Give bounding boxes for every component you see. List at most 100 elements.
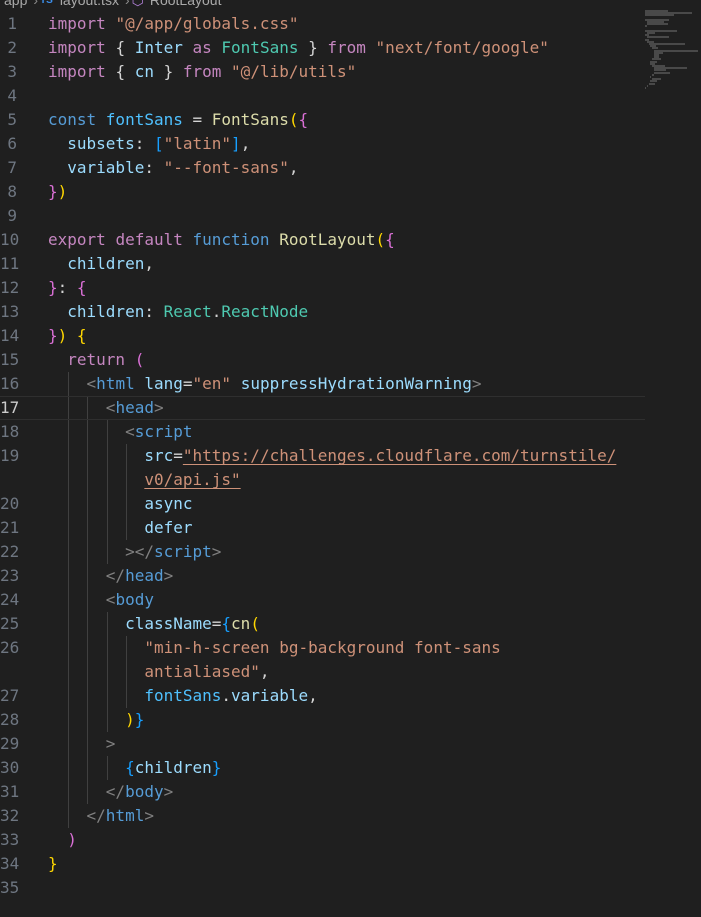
- code-line[interactable]: 22 ></script>: [0, 540, 645, 564]
- code-line[interactable]: 9: [0, 204, 645, 228]
- code-token: fontSans: [105, 110, 183, 129]
- code-line[interactable]: 26 "min-h-screen bg-background font-sans: [0, 636, 645, 660]
- code-line[interactable]: 17 <head>: [0, 396, 645, 420]
- code-line[interactable]: 4: [0, 84, 645, 108]
- code-line[interactable]: 20 async: [0, 492, 645, 516]
- code-text: }): [48, 180, 67, 204]
- line-number: 33: [0, 830, 20, 849]
- line-number: 18: [0, 422, 20, 441]
- code-token: >: [211, 542, 222, 561]
- code-text: import { cn } from "@/lib/utils": [48, 60, 356, 84]
- code-token: <: [86, 374, 97, 393]
- line-number: 1: [7, 14, 17, 33]
- code-line[interactable]: antialiased",: [0, 660, 645, 684]
- code-line[interactable]: 34}: [0, 852, 645, 876]
- line-number: 32: [0, 806, 20, 825]
- minimap[interactable]: [645, 10, 701, 90]
- breadcrumb-symbol[interactable]: RootLayout: [150, 0, 222, 8]
- code-line[interactable]: 16 <html lang="en" suppressHydrationWarn…: [0, 372, 645, 396]
- code-line[interactable]: 10 export default function RootLayout({: [0, 228, 645, 252]
- line-number: 5: [7, 110, 17, 129]
- code-line[interactable]: 32 </html>: [0, 804, 645, 828]
- code-line[interactable]: 12}: {: [0, 276, 645, 300]
- code-token: "https://challenges.cloudflare.com/turns…: [182, 446, 617, 465]
- line-number: 30: [0, 758, 20, 777]
- code-line[interactable]: 13 children: React.ReactNode: [0, 300, 645, 324]
- line-number: 14: [0, 326, 20, 345]
- code-text: defer: [48, 516, 192, 540]
- code-line[interactable]: 3 import { cn } from "@/lib/utils": [0, 60, 645, 84]
- code-token: {: [385, 230, 395, 249]
- code-token: .: [221, 686, 232, 705]
- code-token: <: [105, 590, 116, 609]
- code-line[interactable]: 30 {children}: [0, 756, 645, 780]
- code-line[interactable]: v0/api.js": [0, 468, 645, 492]
- code-line[interactable]: 6 subsets: ["latin"],: [0, 132, 645, 156]
- code-text: >: [48, 732, 116, 756]
- code-line[interactable]: 7 variable: "--font-sans",: [0, 156, 645, 180]
- breadcrumb-folder[interactable]: app: [4, 0, 27, 8]
- code-text: children: React.ReactNode: [48, 300, 308, 324]
- line-number: 24: [0, 590, 20, 609]
- code-token: }: [48, 854, 58, 873]
- code-line[interactable]: 18 <script: [0, 420, 645, 444]
- code-token: ,: [144, 254, 154, 273]
- line-number: 21: [0, 518, 20, 537]
- code-token: async: [144, 494, 193, 513]
- code-line[interactable]: 21 defer: [0, 516, 645, 540]
- code-line[interactable]: 35: [0, 876, 645, 900]
- code-line[interactable]: 29 >: [0, 732, 645, 756]
- code-line[interactable]: 23 </head>: [0, 564, 645, 588]
- code-token: FontSans: [211, 110, 289, 129]
- code-token: {: [221, 614, 232, 633]
- code-text: <head>: [48, 397, 164, 419]
- code-line[interactable]: 31 </body>: [0, 780, 645, 804]
- code-line[interactable]: 25 className={cn(: [0, 612, 645, 636]
- code-token: .: [211, 302, 222, 321]
- code-token: }: [48, 326, 58, 345]
- code-editor[interactable]: 1 import "@/app/globals.css" 2 import { Int…: [0, 12, 645, 900]
- code-token: >: [144, 806, 154, 825]
- code-text: variable: "--font-sans",: [48, 156, 298, 180]
- code-line[interactable]: 2 import { Inter as FontSans } from "next…: [0, 36, 645, 60]
- line-number: 25: [0, 614, 20, 633]
- code-line[interactable]: 1 import "@/app/globals.css": [0, 12, 645, 36]
- code-token: "--font-sans": [163, 158, 289, 177]
- code-token: :: [134, 134, 154, 153]
- minimap-line: [645, 87, 646, 89]
- code-token: }: [298, 38, 328, 57]
- code-token: children: [67, 254, 145, 273]
- code-line[interactable]: 33 ): [0, 828, 645, 852]
- code-token: RootLayout: [279, 230, 376, 249]
- breadcrumb-file[interactable]: layout.tsx: [60, 0, 119, 8]
- line-number: 28: [0, 710, 20, 729]
- code-line[interactable]: 28 )}: [0, 708, 645, 732]
- code-line[interactable]: 27 fontSans.variable,: [0, 684, 645, 708]
- code-token: <: [125, 422, 135, 441]
- code-token: "en": [192, 374, 232, 393]
- code-text: const fontSans = FontSans({: [48, 108, 308, 132]
- line-number: 16: [0, 374, 20, 393]
- code-line[interactable]: 19 src="https://challenges.cloudflare.co…: [0, 444, 645, 468]
- line-number: 27: [0, 686, 20, 705]
- code-token: Inter: [134, 38, 183, 57]
- line-number: 17: [0, 398, 20, 417]
- code-line[interactable]: 11 children,: [0, 252, 645, 276]
- line-number: 19: [0, 446, 20, 465]
- code-line[interactable]: 14}) {: [0, 324, 645, 348]
- code-token: (: [250, 614, 260, 633]
- code-line[interactable]: 15 return (: [0, 348, 645, 372]
- code-token: suppressHydrationWarning: [240, 374, 472, 393]
- code-line[interactable]: 5 const fontSans = FontSans({: [0, 108, 645, 132]
- code-line[interactable]: 24 <body: [0, 588, 645, 612]
- code-line[interactable]: 8}): [0, 180, 645, 204]
- code-token: =: [182, 374, 193, 393]
